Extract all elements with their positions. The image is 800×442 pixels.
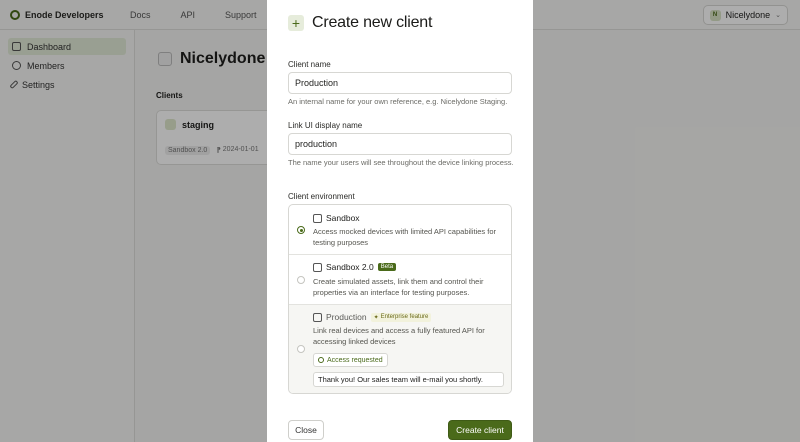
client-environment-label: Client environment [288, 192, 355, 201]
env-option-sandbox[interactable]: Sandbox Access mocked devices with limit… [289, 205, 511, 255]
create-client-modal: + Create new client Client name Producti… [267, 0, 533, 442]
environment-options: Sandbox Access mocked devices with limit… [288, 204, 512, 394]
production-radio[interactable] [297, 345, 305, 353]
client-name-input[interactable]: Production [288, 72, 512, 94]
modal-header: + Create new client [288, 14, 432, 32]
option-description: Access mocked devices with limited API c… [313, 227, 496, 247]
plus-icon: + [288, 15, 304, 31]
option-description: Create simulated assets, link them and c… [313, 277, 484, 297]
option-name: Production [326, 312, 367, 322]
access-requested-badge: Access requested [313, 353, 388, 367]
option-description: Link real devices and access a fully fea… [313, 326, 485, 346]
close-button[interactable]: Close [288, 420, 324, 440]
beta-badge: Beta [377, 263, 397, 271]
link-ui-name-input[interactable]: production [288, 133, 512, 155]
client-name-help: An internal name for your own reference,… [288, 97, 508, 106]
enterprise-badge-label: Enterprise feature [380, 314, 429, 320]
option-name: Sandbox [326, 213, 360, 223]
sales-message: Thank you! Our sales team will e-mail yo… [313, 372, 504, 387]
create-client-button[interactable]: Create client [448, 420, 512, 440]
sandbox-2-radio[interactable] [297, 276, 305, 284]
link-ui-name-label: Link UI display name [288, 121, 363, 130]
sparkle-icon: ✦ [373, 314, 379, 321]
access-status: Access requested [327, 356, 383, 364]
link-ui-name-help: The name your users will see throughout … [288, 158, 514, 167]
option-name: Sandbox 2.0 [326, 262, 374, 272]
cube-icon [313, 312, 322, 322]
check-circle-icon [318, 357, 324, 363]
modal-title: Create new client [312, 14, 433, 31]
env-option-sandbox-2[interactable]: Sandbox 2.0 Beta Create simulated assets… [289, 255, 511, 305]
enterprise-badge: ✦ Enterprise feature [370, 312, 432, 322]
cube-sparkle-icon [313, 262, 322, 272]
sandbox-radio[interactable] [297, 226, 305, 234]
cube-icon [313, 213, 322, 223]
env-option-production[interactable]: Production ✦ Enterprise feature Link rea… [289, 305, 511, 393]
client-name-label: Client name [288, 60, 331, 69]
